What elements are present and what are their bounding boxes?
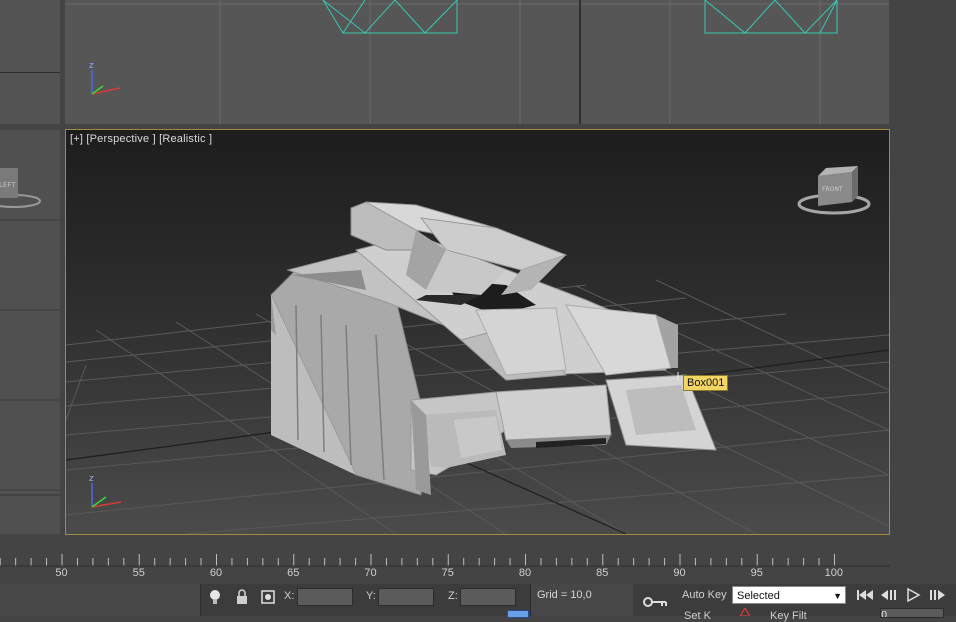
selection-set-value: Selected <box>737 590 780 602</box>
viewport-left[interactable]: LEFT <box>0 130 60 534</box>
chevron-down-icon: ▼ <box>833 591 842 601</box>
go-to-start-icon[interactable] <box>854 586 876 604</box>
play-icon[interactable] <box>902 586 924 604</box>
timeline-tick-label: 100 <box>824 567 843 579</box>
viewport-label[interactable]: [+] [Perspective ] [Realistic ] <box>70 133 212 145</box>
y-coordinate-field[interactable] <box>378 588 434 606</box>
z-label: Z: <box>448 590 458 602</box>
timeline-tick-label: 60 <box>209 567 223 579</box>
z-coordinate-field[interactable] <box>460 588 516 606</box>
timeline-tick-label: 90 <box>673 567 686 579</box>
lock-icon[interactable] <box>232 586 252 608</box>
viewcube-left-face: LEFT <box>0 181 16 189</box>
axis-gizmo-top: z <box>89 61 121 95</box>
filter-icon[interactable] <box>740 608 750 616</box>
transform-icon[interactable] <box>258 586 278 608</box>
current-frame-value: 0 <box>881 610 888 618</box>
key-icon[interactable] <box>642 596 668 608</box>
object-tooltip: Box001 <box>683 375 729 391</box>
auto-key-button[interactable]: Auto Key <box>682 589 727 601</box>
tank-model[interactable] <box>270 201 717 496</box>
gizmo-z-label: z <box>89 61 94 71</box>
script-listener[interactable] <box>0 584 201 616</box>
timeline-tick-label: 50 <box>55 567 68 579</box>
viewport-perspective[interactable]: FRONT z [+] [Perspective ] [Realistic ] … <box>65 129 890 535</box>
key-filters-button[interactable]: Key Filt <box>770 610 807 622</box>
prev-frame-icon[interactable] <box>878 586 900 604</box>
perspective-canvas: FRONT z <box>66 166 889 534</box>
x-coordinate-field[interactable] <box>297 588 353 606</box>
grid-panel: Grid = 10,0 <box>530 584 633 616</box>
timeline-ruler[interactable]: 50 55 60 65 70 75 80 85 90 95 100 <box>0 540 890 584</box>
gizmo-z-label: z <box>89 474 94 484</box>
top-viewport-canvas: z <box>65 0 889 124</box>
timeline-tick-label: 75 <box>441 567 454 579</box>
next-frame-icon[interactable] <box>926 586 948 604</box>
viewport-divider <box>0 72 60 73</box>
viewport-top-left[interactable] <box>0 0 60 124</box>
timeline-tick-label: 65 <box>287 567 300 579</box>
viewport-top[interactable]: z <box>65 0 889 124</box>
y-label: Y: <box>366 590 376 602</box>
timeline-tick-label: 55 <box>132 567 145 579</box>
x-label: X: <box>284 590 295 602</box>
current-frame-field[interactable]: 0 <box>880 608 944 618</box>
set-key-button[interactable]: Set K <box>684 610 711 622</box>
grid-size-text: Grid = 10,0 <box>537 589 592 601</box>
viewcube-face-label: FRONT <box>822 186 843 193</box>
timeline-tick-label: 85 <box>596 567 609 579</box>
timeline-tick-label: 70 <box>364 567 377 579</box>
viewcube[interactable]: FRONT <box>797 166 871 215</box>
lightbulb-icon[interactable] <box>205 586 225 608</box>
axis-gizmo: z <box>89 474 122 508</box>
timeline-tick-label: 80 <box>518 567 532 579</box>
timeline-tick-label: 95 <box>750 567 763 579</box>
selection-set-dropdown[interactable]: Selected ▼ <box>732 586 846 604</box>
viewcube-left[interactable]: LEFT <box>0 168 41 208</box>
time-tag-icon[interactable] <box>507 610 529 618</box>
